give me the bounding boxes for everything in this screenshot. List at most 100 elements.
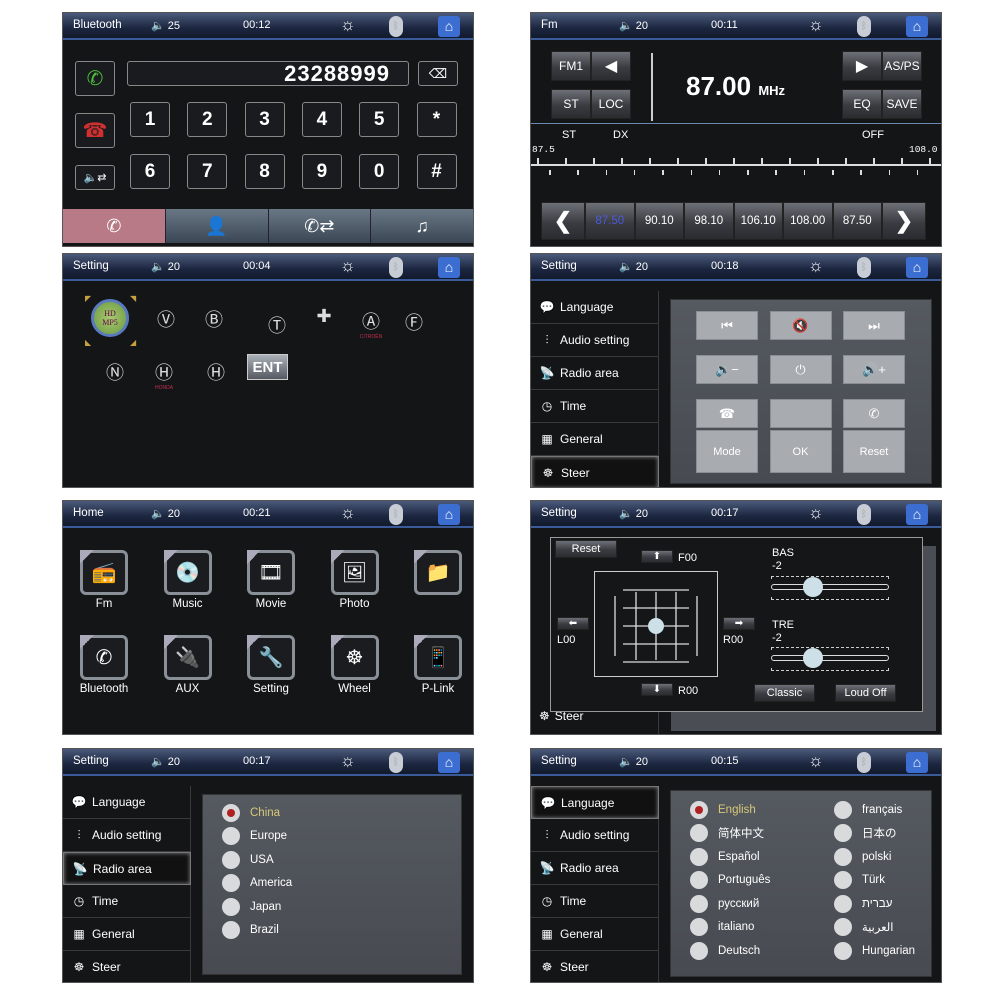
treble-slider[interactable] [771, 647, 889, 671]
keypad-key[interactable]: * [416, 102, 457, 137]
menu-item-audio-setting[interactable]: ⫶ Audio setting [531, 819, 659, 852]
car-logo-ford[interactable]: Ⓕ [400, 309, 428, 335]
language-option[interactable]: English [690, 798, 794, 822]
hangup-button[interactable]: ☎ [696, 399, 758, 428]
brightness-icon[interactable]: ☼ [808, 256, 824, 276]
tab-music[interactable]: ♫ [370, 209, 473, 243]
language-option[interactable]: français [834, 798, 915, 822]
next-track-button[interactable]: ⏭ [843, 311, 905, 340]
radio-button[interactable] [222, 921, 240, 940]
brightness-icon[interactable]: ☼ [808, 751, 824, 771]
menu-item-radio-area[interactable]: 📡 Radio area [63, 852, 191, 885]
keypad-key[interactable]: 0 [359, 154, 400, 189]
unassigned-button[interactable] [769, 399, 832, 428]
home-icon[interactable]: ⌂ [438, 257, 460, 278]
menu-item-time[interactable]: ◷ Time [531, 390, 659, 423]
app-setting[interactable]: 🔧 [247, 635, 295, 680]
car-logo-honda[interactable]: Ⓗ HONDA [150, 359, 178, 391]
enter-button[interactable]: ENT [247, 354, 288, 380]
radio-button[interactable] [834, 941, 852, 960]
radio-button[interactable] [222, 827, 240, 846]
language-option[interactable]: Español [690, 845, 794, 869]
keypad-key[interactable]: 1 [130, 102, 170, 137]
bluetooth-icon[interactable]: ᛒ [389, 504, 403, 525]
car-logo-chevrolet[interactable]: ✚ [310, 306, 338, 327]
menu-item-language[interactable]: 💬 Language [63, 786, 191, 819]
band-button[interactable]: FM1 [551, 51, 591, 81]
fader-rear-button[interactable]: ⬇ [641, 683, 673, 696]
menu-item-radio-area[interactable]: 📡 Radio area [531, 357, 659, 390]
preset-button[interactable]: 108.00 [783, 202, 833, 240]
preset-button[interactable]: 98.10 [684, 202, 734, 240]
reset-button[interactable]: Reset [843, 430, 905, 473]
fader-left-button[interactable]: ⬅ [557, 617, 589, 630]
auto-store-button[interactable]: AS/PS [882, 51, 922, 81]
mode-button[interactable]: Mode [696, 430, 758, 473]
language-option[interactable]: 简体中文 [690, 822, 794, 846]
keypad-key[interactable]: 3 [244, 102, 285, 137]
radio-button[interactable] [690, 824, 708, 843]
loudness-button[interactable]: Loud Off [835, 684, 896, 702]
radio-button[interactable] [834, 894, 852, 913]
tab-call-log[interactable]: ✆⇄ [267, 209, 371, 243]
keypad-key[interactable]: 5 [359, 102, 400, 137]
save-button[interactable]: SAVE [882, 89, 922, 119]
home-icon[interactable]: ⌂ [906, 504, 928, 525]
bluetooth-icon[interactable]: ᛒ [389, 16, 403, 37]
bluetooth-icon[interactable]: ᛒ [857, 257, 871, 278]
menu-item-general[interactable]: ▦ General [531, 423, 659, 456]
home-icon[interactable]: ⌂ [906, 257, 928, 278]
radio-button[interactable] [690, 918, 708, 937]
radio-button[interactable] [222, 803, 240, 822]
radio-option[interactable]: Brazil [222, 919, 461, 943]
car-logo-nissan[interactable]: Ⓝ [101, 359, 129, 385]
bluetooth-icon[interactable]: ᛒ [857, 16, 871, 37]
preset-button[interactable]: 106.10 [733, 202, 783, 240]
volume-indicator[interactable]: 🔈 20 [619, 260, 648, 273]
answer-button[interactable]: ✆ [843, 399, 905, 428]
keypad-key[interactable]: 8 [244, 154, 285, 189]
radio-button[interactable] [834, 800, 852, 819]
keypad-key[interactable]: 2 [187, 102, 228, 137]
app-movie[interactable]: 🎞 [247, 550, 295, 595]
bluetooth-icon[interactable]: ᛒ [857, 504, 871, 525]
language-option[interactable]: 日本の [834, 822, 915, 846]
power-button[interactable]: ⏻ [769, 355, 832, 384]
volume-indicator[interactable]: 🔈 25 [151, 19, 180, 32]
volume-indicator[interactable]: 🔈 20 [151, 755, 180, 768]
menu-item-general[interactable]: ▦ General [531, 918, 659, 951]
keypad-key[interactable]: 7 [187, 154, 228, 189]
volume-indicator[interactable]: 🔈 20 [619, 19, 648, 32]
language-option[interactable]: Deutsch [690, 939, 794, 963]
keypad-key[interactable]: 9 [301, 154, 342, 189]
backspace-button[interactable]: ⌫ [418, 61, 458, 86]
seek-back-button[interactable]: ◀ [591, 51, 631, 81]
home-icon[interactable]: ⌂ [906, 752, 928, 773]
mute-button[interactable]: 🔇 [769, 311, 832, 340]
radio-button[interactable] [222, 850, 240, 869]
radio-button[interactable] [834, 847, 852, 866]
app-p-link[interactable]: 📱 [414, 635, 462, 680]
home-icon[interactable]: ⌂ [438, 752, 460, 773]
volume-indicator[interactable]: 🔈 20 [151, 507, 180, 520]
language-option[interactable]: Hungarian [834, 939, 915, 963]
slider-handle[interactable] [803, 577, 824, 597]
app-music[interactable]: 💿 [163, 550, 212, 595]
language-option[interactable]: italiano [690, 916, 794, 940]
radio-button[interactable] [222, 874, 240, 893]
eq-button[interactable]: EQ [842, 89, 882, 119]
radio-button[interactable] [690, 871, 708, 890]
fader-right-button[interactable]: ➡ [723, 617, 755, 630]
fader-front-button[interactable]: ⬆ [641, 550, 673, 563]
bluetooth-icon[interactable]: ᛒ [389, 752, 403, 773]
bluetooth-icon[interactable]: ᛒ [857, 752, 871, 773]
volume-up-button[interactable]: 🔊+ [843, 355, 905, 384]
volume-down-button[interactable]: 🔉− [696, 355, 758, 384]
menu-item-language[interactable]: 💬 Language [531, 786, 659, 819]
home-icon[interactable]: ⌂ [906, 16, 928, 37]
call-button[interactable]: ✆ [75, 61, 115, 96]
radio-button[interactable] [690, 941, 708, 960]
brightness-icon[interactable]: ☼ [340, 256, 356, 276]
menu-item-audio-setting[interactable]: ⫶ Audio setting [63, 819, 191, 852]
radio-option[interactable]: China [222, 801, 461, 825]
